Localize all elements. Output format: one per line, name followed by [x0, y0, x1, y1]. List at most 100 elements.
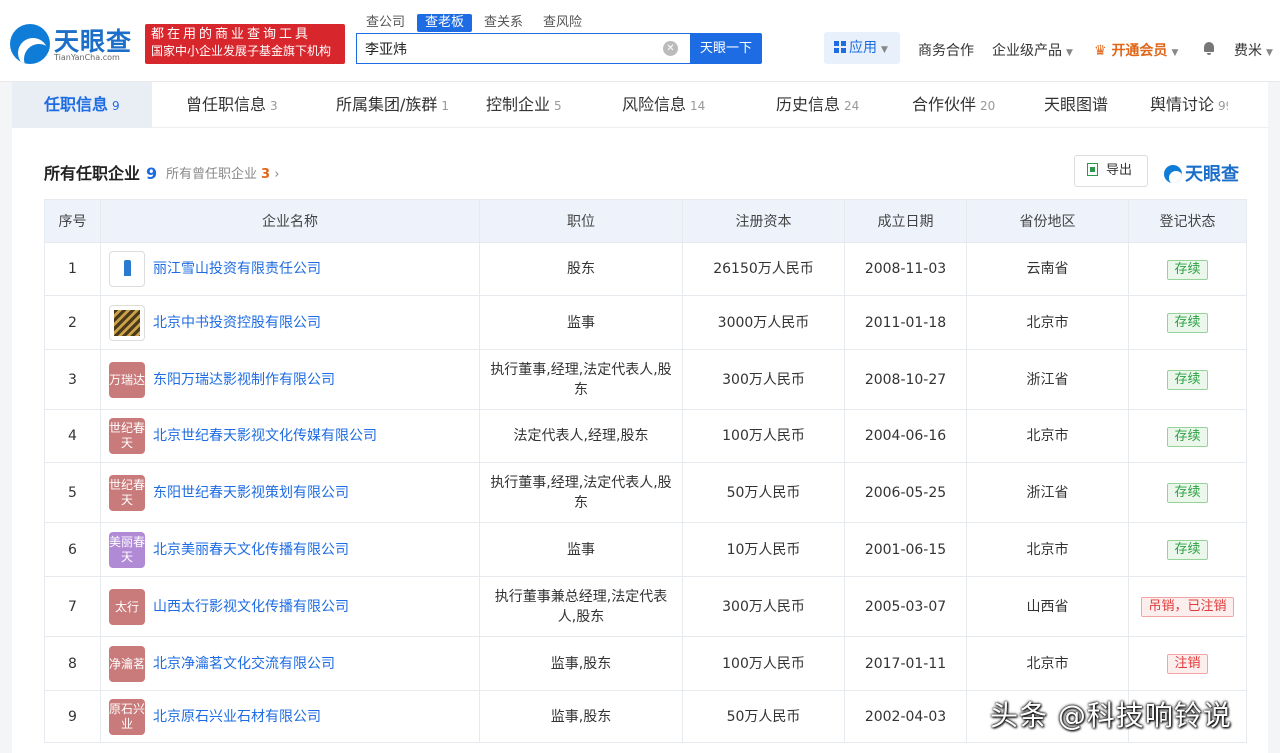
tab-risk-info[interactable]: 风险信息 14 [598, 82, 756, 128]
cell-no: 7 [44, 576, 101, 637]
clear-icon[interactable]: ✕ [663, 41, 678, 56]
col-header-company: 企业名称 [100, 199, 480, 243]
chevron-down-icon: ▼ [881, 45, 888, 55]
cell-capital: 300万人民币 [682, 349, 845, 410]
brand-name: 天眼查 [1185, 164, 1239, 185]
apps-menu-button[interactable]: 应用 ▼ [824, 32, 900, 64]
col-header-position: 职位 [479, 199, 683, 243]
status-badge: 存续 [1167, 313, 1208, 333]
company-logo[interactable] [109, 251, 145, 287]
table-row: 7 太行 山西太行影视文化传播有限公司 执行董事兼总经理,法定代表人,股东 300万人民… [44, 576, 1247, 637]
status-badge: 注销 [1167, 654, 1208, 674]
promo-banner[interactable]: 都在用的商业查询工具 国家中小企业发展子基金旗下机构 [145, 24, 345, 64]
cell-position: 法定代表人,经理,股东 [479, 409, 683, 463]
cell-company: 北京中书投资控股有限公司 [100, 295, 480, 350]
tab-count: 3 [270, 99, 278, 113]
tab-count: 9 [112, 99, 120, 113]
export-button[interactable]: 导出 [1074, 155, 1148, 187]
apps-label: 应用 [849, 40, 877, 56]
grid-icon [834, 41, 846, 53]
cell-no: 9 [44, 690, 101, 743]
bell-icon[interactable] [1202, 41, 1216, 55]
tab-group[interactable]: 所属集团/族群 1 [302, 82, 462, 128]
logo-mark-icon [10, 24, 50, 64]
cell-position: 执行董事,经理,法定代表人,股东 [479, 462, 683, 523]
nav-vip-label: 开通会员 [1111, 43, 1168, 59]
former-positions-link[interactable]: 所有曾任职企业 3 › [166, 163, 279, 182]
section-title: 所有任职企业 9 [44, 160, 157, 184]
company-logo[interactable]: 世纪春天 [109, 418, 145, 454]
search-tab-risk[interactable]: 查风险 [535, 14, 590, 32]
cell-status: 存续 [1128, 295, 1247, 350]
table-row: 5 世纪春天 东阳世纪春天影视策划有限公司 执行董事,经理,法定代表人,股东 50万人民… [44, 462, 1247, 523]
cell-position: 股东 [479, 242, 683, 296]
cell-no: 1 [44, 242, 101, 296]
cell-region: 浙江省 [966, 349, 1129, 410]
col-header-date: 成立日期 [844, 199, 967, 243]
tab-label: 任职信息 [44, 95, 109, 114]
cell-status: 注销 [1128, 636, 1247, 691]
company-link[interactable]: 北京美丽春天文化传播有限公司 [153, 542, 349, 558]
export-label: 导出 [1106, 163, 1133, 178]
cell-no: 6 [44, 522, 101, 577]
tab-count: 99+ [1218, 99, 1228, 113]
tab-current-positions[interactable]: 任职信息 9 [12, 82, 152, 128]
col-header-no: 序号 [44, 199, 101, 243]
cell-capital: 26150万人民币 [682, 242, 845, 296]
cell-region: 北京市 [966, 522, 1129, 577]
user-name: 费米 [1234, 43, 1262, 59]
company-logo[interactable]: 世纪春天 [109, 474, 145, 511]
company-logo[interactable]: 美丽春天 [109, 531, 145, 568]
col-header-status[interactable]: 登记状态 [1128, 199, 1247, 243]
company-link[interactable]: 山西太行影视文化传播有限公司 [153, 599, 349, 615]
nav-enterprise-products[interactable]: 企业级产品 ▼ [992, 40, 1073, 60]
table-row: 8 净瀹茗 北京净瀹茗文化交流有限公司 监事,股东 100万人民币 2017-01-11 北… [44, 636, 1247, 691]
tab-partners[interactable]: 合作伙伴 20 [892, 82, 1026, 128]
company-link[interactable]: 丽江雪山投资有限责任公司 [153, 261, 321, 277]
tab-label: 控制企业 [486, 95, 551, 114]
cell-region: 北京市 [966, 636, 1129, 691]
search-button[interactable]: 天眼一下 [690, 33, 762, 64]
tianyancha-logo[interactable]: 天眼查 TianYanCha.com [10, 22, 140, 66]
search-tab-company[interactable]: 查公司 [358, 14, 413, 32]
company-link[interactable]: 东阳世纪春天影视策划有限公司 [153, 485, 349, 501]
company-link[interactable]: 北京世纪春天影视文化传媒有限公司 [153, 428, 377, 444]
company-logo[interactable]: 净瀹茗 [109, 645, 145, 682]
cell-company: 万瑞达 东阳万瑞达影视制作有限公司 [100, 349, 480, 410]
tab-graph[interactable]: 天眼图谱 [1026, 82, 1140, 128]
company-link[interactable]: 北京净瀹茗文化交流有限公司 [153, 656, 335, 672]
cell-company: 美丽春天 北京美丽春天文化传播有限公司 [100, 522, 480, 577]
status-badge: 存续 [1167, 259, 1208, 280]
chevron-down-icon: ▼ [1266, 48, 1273, 58]
tab-history-info[interactable]: 历史信息 24 [756, 82, 892, 128]
search-input[interactable] [357, 34, 657, 63]
tab-public-opinion[interactable]: 舆情讨论99+ [1140, 82, 1228, 128]
user-menu[interactable]: 费米 ▼ [1234, 40, 1273, 60]
nav-vip[interactable]: ♛ 开通会员 ▼ [1094, 40, 1178, 60]
search-tab-boss[interactable]: 查老板 [417, 14, 473, 32]
nav-business-cooperation[interactable]: 商务合作 [918, 40, 974, 60]
company-logo[interactable]: 太行 [109, 588, 145, 625]
table-row: 1 丽江雪山投资有限责任公司 股东 26150万人民币 2008-11-03 云南省 存续 [44, 242, 1247, 296]
status-badge: 存续 [1167, 370, 1208, 390]
company-link[interactable]: 北京原石兴业石材有限公司 [153, 709, 321, 725]
watermark: 头条 @科技响铃说 [990, 699, 1232, 732]
cell-no: 4 [44, 409, 101, 463]
cell-date: 2011-01-18 [844, 295, 967, 350]
search-tab-relation[interactable]: 查关系 [476, 14, 531, 32]
status-badge: 存续 [1167, 426, 1208, 447]
company-link[interactable]: 东阳万瑞达影视制作有限公司 [153, 372, 335, 388]
company-logo[interactable]: 原石兴业 [109, 698, 145, 735]
company-logo[interactable] [109, 304, 145, 341]
chevron-down-icon: ▼ [1066, 48, 1073, 58]
tab-controlled-companies[interactable]: 控制企业 5 [462, 82, 598, 128]
cell-capital: 3000万人民币 [682, 295, 845, 350]
cell-date: 2001-06-15 [844, 522, 967, 577]
search-type-tabs: 查公司 查老板 查关系 查风险 [358, 14, 590, 34]
company-link[interactable]: 北京中书投资控股有限公司 [153, 315, 321, 331]
former-count: 3 [261, 167, 271, 182]
tab-label: 合作伙伴 [912, 95, 977, 114]
cell-company: 丽江雪山投资有限责任公司 [100, 242, 480, 296]
tab-former-positions[interactable]: 曾任职信息 3 [152, 82, 302, 128]
company-logo[interactable]: 万瑞达 [109, 361, 145, 398]
